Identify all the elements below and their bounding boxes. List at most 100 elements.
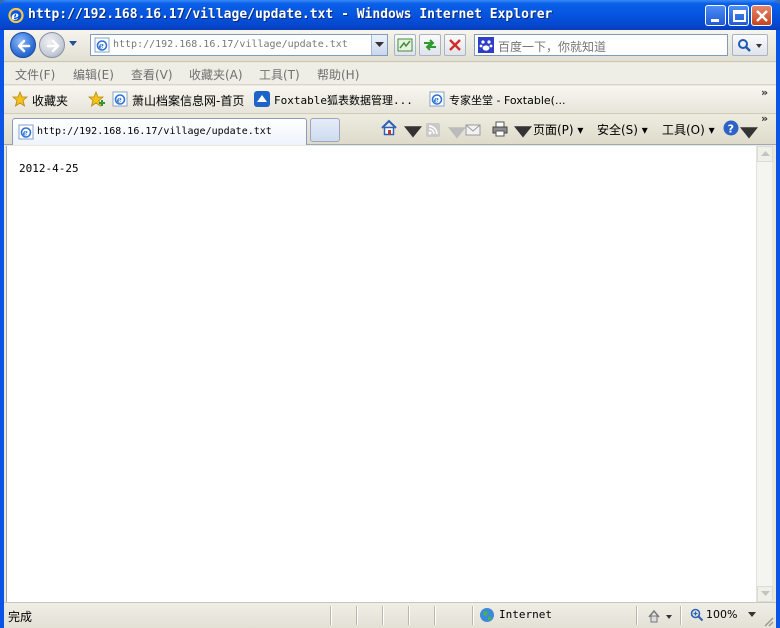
status-bar: 完成 Internet 100%: [4, 602, 776, 628]
address-dropdown-button[interactable]: [371, 35, 387, 55]
status-divider: [434, 606, 435, 625]
status-divider: [330, 606, 331, 625]
baidu-paw-icon: [478, 37, 494, 53]
menu-bar: 文件(F) 编辑(E) 查看(V) 收藏夹(A) 工具(T) 帮助(H): [4, 63, 776, 85]
favorite-link-label: 萧山档案信息网-首页: [132, 94, 245, 108]
menu-favorites[interactable]: 收藏夹(A): [189, 66, 243, 83]
refresh-button[interactable]: [419, 34, 441, 56]
menu-edit[interactable]: 编辑(E): [73, 66, 114, 83]
protected-mode-icon[interactable]: [646, 608, 674, 624]
client-area: e http://192.168.16.17/village/update.tx…: [4, 30, 776, 628]
menu-file[interactable]: 文件(F): [15, 66, 55, 83]
status-divider: [408, 606, 409, 625]
favorites-star-icon: [12, 91, 28, 107]
safety-menu-label: 安全(S): [597, 123, 638, 137]
chevron-up-icon: [761, 151, 770, 156]
help-icon[interactable]: ?: [722, 119, 740, 137]
ie-window: e http://192.168.16.17/village/update.tx…: [0, 0, 780, 628]
new-tab-button[interactable]: [310, 118, 340, 142]
chevron-down-icon: [761, 591, 770, 596]
address-input[interactable]: http://192.168.16.17/village/update.txt: [113, 39, 348, 50]
close-icon: [756, 10, 768, 22]
tab-active[interactable]: e http://192.168.16.17/village/update.tx…: [12, 118, 307, 145]
tab-title: http://192.168.16.17/village/update.txt: [37, 126, 272, 137]
page-icon: e: [94, 37, 110, 53]
menu-tools[interactable]: 工具(T): [259, 66, 300, 83]
home-icon[interactable]: [380, 119, 398, 137]
status-text: 完成: [8, 610, 33, 624]
forward-button[interactable]: [39, 32, 65, 58]
back-button[interactable]: [10, 32, 36, 58]
tools-menu[interactable]: 工具(O) ▾: [662, 121, 715, 138]
menu-help[interactable]: 帮助(H): [317, 66, 359, 83]
stop-button[interactable]: [444, 34, 466, 56]
zoom-icon: [690, 608, 704, 622]
compatibility-view-button[interactable]: [394, 34, 416, 56]
ie-page-icon: e: [112, 91, 128, 107]
search-box[interactable]: 百度一下，你就知道: [474, 34, 728, 56]
status-divider: [636, 606, 637, 625]
window-title: http://192.168.16.17/village/update.txt …: [28, 7, 553, 22]
foxtable-icon: [254, 91, 270, 107]
recent-pages-dropdown-icon[interactable]: [68, 41, 78, 47]
favorites-bar: 收藏夹 e 萧山档案信息网-首页 Foxtable狐表数据管理... e 专家坐…: [4, 86, 776, 114]
search-button[interactable]: [732, 34, 768, 56]
back-arrow-icon: [17, 39, 31, 53]
compatibility-view-icon: [397, 38, 413, 52]
scroll-up-button[interactable]: [757, 146, 773, 162]
status-divider: [356, 606, 357, 625]
maximize-icon: [733, 10, 746, 22]
document-text: 2012-4-25: [19, 162, 79, 175]
page-menu-label: 页面(P): [533, 123, 574, 137]
page-content[interactable]: 2012-4-25: [6, 146, 756, 602]
feeds-icon[interactable]: [424, 121, 442, 139]
navigation-bar: e http://192.168.16.17/village/update.tx…: [4, 30, 776, 62]
stop-icon: [449, 39, 461, 51]
chevron-down-icon: [375, 42, 384, 47]
zoom-dropdown-icon: [748, 612, 756, 617]
home-dropdown-icon[interactable]: [404, 124, 422, 142]
status-divider: [382, 606, 383, 625]
tools-menu-label: 工具(O): [662, 123, 705, 137]
minimize-button[interactable]: [705, 5, 726, 26]
address-bar[interactable]: e http://192.168.16.17/village/update.tx…: [90, 34, 388, 56]
zoom-level: 100%: [706, 608, 738, 621]
globe-icon: [480, 608, 494, 622]
safety-menu[interactable]: 安全(S) ▾: [597, 121, 648, 138]
status-divider: [680, 606, 681, 625]
resize-grip-icon[interactable]: [762, 615, 774, 627]
svg-text:e: e: [434, 95, 439, 105]
svg-text:?: ?: [728, 123, 734, 136]
favorite-link-label: Foxtable狐表数据管理...: [274, 94, 413, 107]
refresh-icon: [424, 39, 436, 51]
zone-label: Internet: [499, 608, 552, 621]
search-input[interactable]: 百度一下，你就知道: [498, 38, 606, 55]
add-favorite-icon[interactable]: [88, 91, 106, 109]
page-menu[interactable]: 页面(P) ▾: [533, 121, 583, 138]
ie-page-icon: e: [18, 124, 34, 140]
vertical-scrollbar[interactable]: [756, 146, 773, 602]
svg-text:e: e: [23, 128, 28, 138]
search-icon: [738, 39, 762, 52]
mail-icon[interactable]: [464, 121, 482, 139]
favorites-label: 收藏夹: [32, 94, 69, 108]
title-bar[interactable]: e http://192.168.16.17/village/update.tx…: [0, 0, 780, 30]
ie-page-icon: e: [429, 91, 445, 107]
forward-arrow-icon: [46, 39, 60, 53]
maximize-button[interactable]: [728, 5, 749, 26]
favorite-link-label: 专家坐堂 - Foxtable(...: [449, 94, 566, 107]
favorites-overflow-icon[interactable]: »: [761, 86, 768, 99]
commandbar-overflow-icon[interactable]: »: [761, 112, 768, 125]
scroll-down-button[interactable]: [757, 586, 773, 602]
minimize-icon: [711, 19, 719, 22]
svg-text:e: e: [11, 9, 19, 23]
menu-view[interactable]: 查看(V): [131, 66, 173, 83]
close-button[interactable]: [751, 5, 772, 26]
ie-logo-icon: e: [8, 7, 24, 24]
print-icon[interactable]: [491, 120, 509, 138]
status-divider: [472, 606, 473, 625]
svg-text:e: e: [117, 95, 122, 105]
print-dropdown-icon[interactable]: [514, 124, 532, 142]
help-dropdown-icon[interactable]: [740, 125, 758, 143]
svg-text:e: e: [99, 41, 104, 51]
